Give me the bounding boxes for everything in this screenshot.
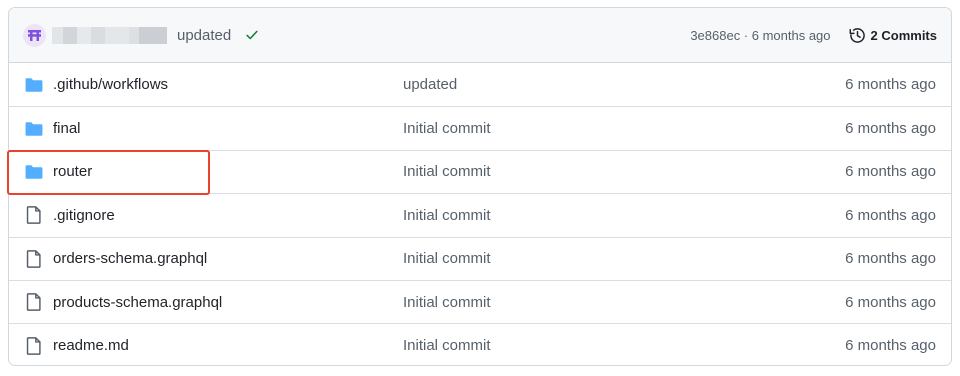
file-name[interactable]: .github/workflows — [53, 76, 168, 93]
commit-message[interactable]: Initial commit — [403, 207, 491, 224]
commit-age: 6 months ago — [845, 76, 936, 94]
commit-message[interactable]: Initial commit — [403, 337, 491, 354]
folder-icon — [25, 120, 43, 138]
file-list: .github/workflows updated 6 months ago f… — [9, 63, 951, 365]
commit-message[interactable]: Initial commit — [403, 120, 491, 137]
file-name[interactable]: readme.md — [53, 337, 129, 354]
commit-message[interactable]: Initial commit — [403, 163, 491, 180]
folder-icon — [25, 76, 43, 94]
file-name[interactable]: router — [53, 163, 92, 180]
commit-age: 6 months ago — [845, 120, 936, 138]
file-icon — [25, 249, 43, 268]
commit-age: 6 months ago — [845, 206, 936, 224]
file-row-readme[interactable]: readme.md Initial commit 6 months ago — [9, 323, 951, 365]
commit-message[interactable]: Initial commit — [403, 294, 491, 311]
latest-commit-message[interactable]: updated — [177, 27, 231, 44]
commit-age: 6 months ago — [845, 293, 936, 311]
commit-age: 6 months ago — [845, 337, 936, 355]
commits-count-label: 2 Commits — [870, 27, 937, 43]
history-icon — [848, 27, 865, 43]
commit-sha-info[interactable]: 3e868ec · 6 months ago — [690, 28, 830, 43]
check-icon[interactable] — [245, 28, 259, 42]
latest-commit-bar: updated 3e868ec · 6 months ago 2 Commits — [9, 8, 951, 63]
author-name-redacted[interactable] — [52, 26, 167, 44]
file-row-products-schema[interactable]: products-schema.graphql Initial commit 6… — [9, 279, 951, 323]
folder-icon — [25, 163, 43, 181]
commits-link[interactable]: 2 Commits — [848, 27, 937, 44]
file-browser: updated 3e868ec · 6 months ago 2 Commits… — [8, 7, 952, 366]
commit-message[interactable]: Initial commit — [403, 250, 491, 267]
file-name[interactable]: products-schema.graphql — [53, 294, 222, 311]
commit-age: 6 months ago — [845, 250, 936, 268]
avatar[interactable] — [23, 23, 46, 47]
file-row-gitignore[interactable]: .gitignore Initial commit 6 months ago — [9, 193, 951, 236]
file-name[interactable]: final — [53, 120, 81, 137]
commit-age: 6 months ago — [845, 163, 936, 181]
file-row-github-workflows[interactable]: .github/workflows updated 6 months ago — [9, 63, 951, 106]
commit-message[interactable]: updated — [403, 76, 457, 93]
file-row-router[interactable]: router Initial commit 6 months ago — [9, 149, 951, 193]
file-icon — [25, 206, 43, 225]
file-row-final[interactable]: final Initial commit 6 months ago — [9, 106, 951, 149]
file-name[interactable]: .gitignore — [53, 207, 115, 224]
file-name[interactable]: orders-schema.graphql — [53, 250, 207, 267]
file-icon — [25, 293, 43, 312]
file-icon — [25, 336, 43, 355]
file-row-orders-schema[interactable]: orders-schema.graphql Initial commit 6 m… — [9, 236, 951, 280]
